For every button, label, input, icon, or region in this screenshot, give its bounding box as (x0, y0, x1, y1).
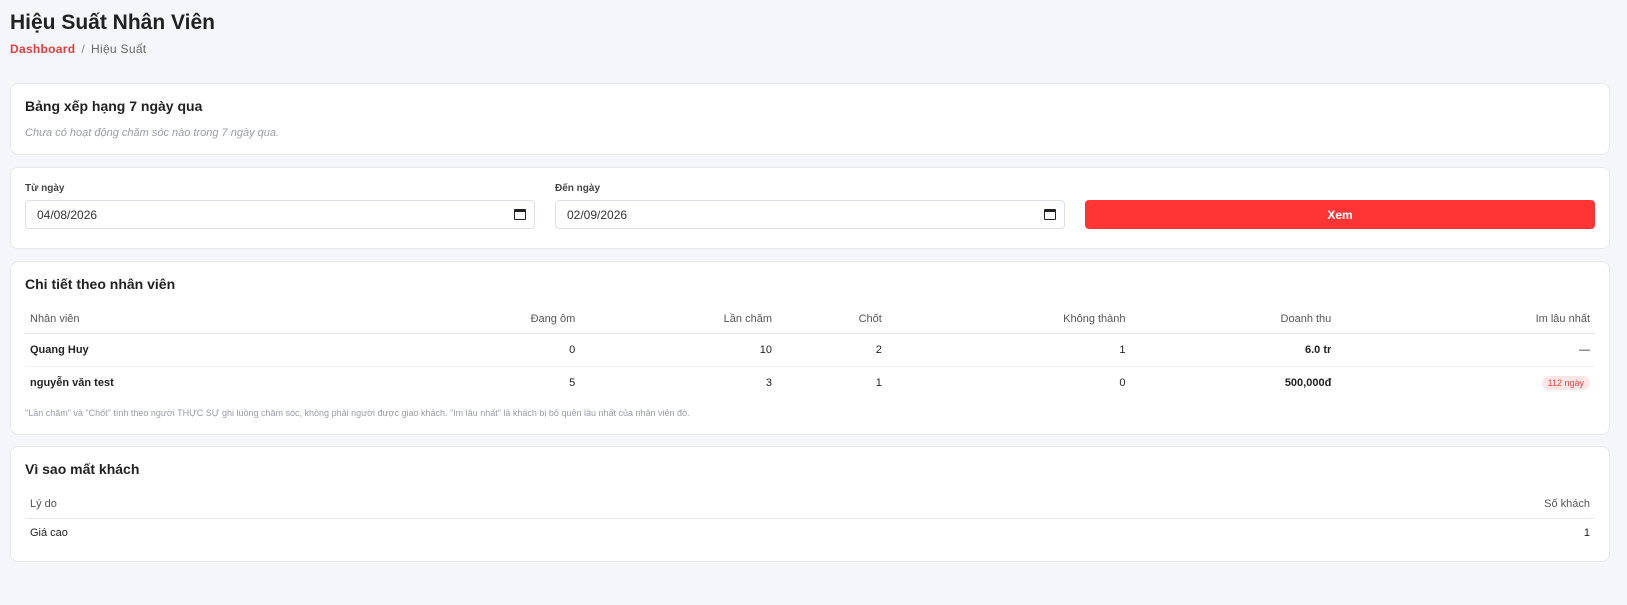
col-closed[interactable]: Chốt (776, 306, 887, 334)
col-reason[interactable]: Lý do (25, 491, 750, 519)
filter-card: Từ ngày 04/08/2026 Đến ngày 02/09/2026 X… (10, 167, 1610, 249)
col-customer-count[interactable]: Số khách (749, 491, 1595, 519)
calendar-icon[interactable] (514, 209, 526, 220)
ranking-empty-text: Chưa có hoạt động chăm sóc nào trong 7 n… (25, 127, 280, 139)
col-touches[interactable]: Lần chăm (580, 306, 777, 334)
reasons-title: Vì sao mất khách (25, 461, 140, 477)
touches-count: 10 (580, 333, 777, 367)
detail-footnote: "Lần chăm" và "Chốt" tính theo người THỰ… (25, 408, 690, 418)
failed-count: 1 (886, 333, 1131, 367)
col-staff[interactable]: Nhân viên (25, 306, 240, 334)
breadcrumb: Dashboard / Hiệu Suất (10, 42, 1610, 56)
staff-table: Nhân viên Đang ôm Lần chăm Chốt Không th… (25, 306, 1595, 399)
page-title: Hiệu Suất Nhân Viên (10, 11, 215, 34)
holding-count: 0 (239, 333, 581, 367)
idle-days-badge: 112 ngày (1541, 375, 1590, 390)
table-row[interactable]: Quang Huy 0 10 2 1 6.0 tr — (25, 333, 1595, 367)
reason-count: 1 (1583, 527, 1590, 540)
staff-name: Quang Huy (25, 333, 240, 367)
revenue-value: 6.0 tr (1130, 333, 1337, 367)
col-revenue[interactable]: Doanh thu (1130, 306, 1337, 334)
col-idle[interactable]: Im lâu nhất (1336, 306, 1595, 334)
to-date-input[interactable]: 02/09/2026 (555, 200, 1065, 229)
view-button[interactable]: Xem (1085, 200, 1595, 229)
to-date-field: Đến ngày 02/09/2026 (555, 182, 1065, 248)
detail-title: Chi tiết theo nhân viên (25, 276, 176, 292)
failed-count: 0 (1119, 376, 1126, 389)
idle-cell: 112 ngày (1336, 366, 1595, 399)
touches-count: 3 (765, 376, 772, 389)
reasons-table-header: Lý do Số khách (25, 491, 1595, 519)
ranking-card: Bảng xếp hạng 7 ngày qua Chưa có hoạt độ… (10, 83, 1610, 155)
from-date-input[interactable]: 04/08/2026 (25, 200, 535, 229)
breadcrumb-current: Hiệu Suất (91, 42, 147, 56)
ranking-title: Bảng xếp hạng 7 ngày qua (25, 98, 203, 114)
col-holding[interactable]: Đang ôm (239, 306, 581, 334)
col-failed[interactable]: Không thành (886, 306, 1131, 334)
breadcrumb-separator: / (81, 42, 86, 56)
staff-table-header: Nhân viên Đang ôm Lần chăm Chốt Không th… (25, 306, 1595, 334)
idle-value: — (1336, 333, 1595, 367)
from-date-field: Từ ngày 04/08/2026 (25, 182, 535, 248)
to-date-value: 02/09/2026 (567, 207, 628, 222)
closed-count: 1 (875, 376, 882, 389)
reasons-table: Lý do Số khách Giá cao 1 (25, 491, 1595, 548)
calendar-icon[interactable] (1044, 209, 1056, 220)
reason-text: Giá cao (30, 527, 68, 540)
reasons-card: Vì sao mất khách Lý do Số khách Giá cao … (10, 446, 1610, 562)
from-date-value: 04/08/2026 (37, 207, 98, 222)
view-button-field: Xem (1085, 182, 1595, 248)
to-date-label: Đến ngày (555, 183, 601, 194)
table-row[interactable]: nguyễn văn test 5 3 1 0 500,000đ 112 ngà… (25, 366, 1595, 399)
breadcrumb-dashboard-link[interactable]: Dashboard (10, 42, 75, 56)
staff-name: nguyễn văn test (30, 376, 114, 389)
holding-count: 5 (569, 376, 576, 389)
page: Hiệu Suất Nhân Viên Dashboard / Hiệu Suất … (0, 0, 1627, 562)
from-date-label: Từ ngày (25, 183, 65, 194)
detail-card: Chi tiết theo nhân viên Nhân viên Đang ô… (10, 261, 1610, 435)
revenue-value: 500,000đ (1284, 376, 1332, 389)
closed-count: 2 (776, 333, 887, 367)
table-row[interactable]: Giá cao 1 (25, 518, 1595, 548)
